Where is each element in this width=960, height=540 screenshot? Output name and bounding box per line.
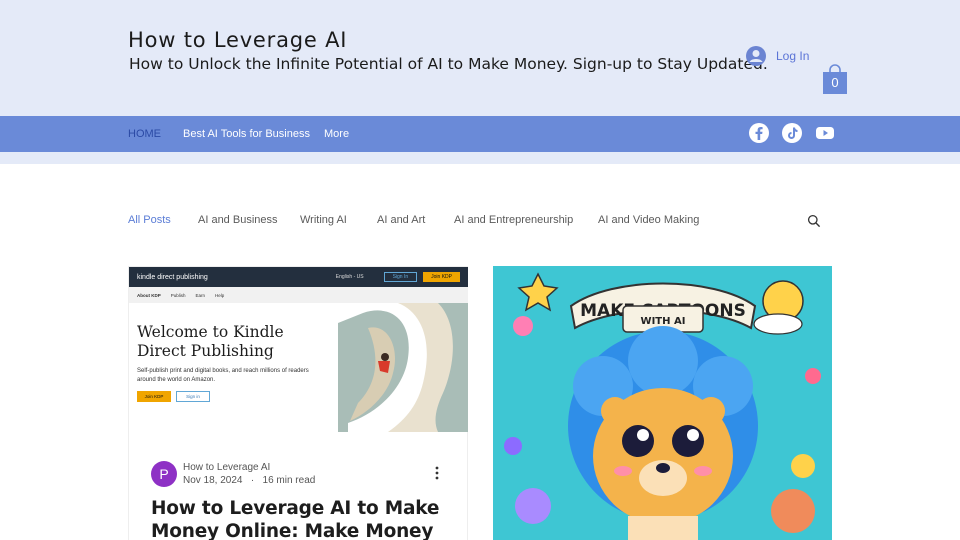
more-options-icon[interactable]: [431, 465, 443, 481]
facebook-icon[interactable]: [748, 122, 770, 144]
tab-ai-and-video-making[interactable]: AI and Video Making: [598, 214, 699, 226]
nav-item-home[interactable]: HOME: [128, 128, 161, 140]
site-subtitle: How to Unlock the Infinite Potential of …: [129, 55, 768, 73]
kdp-topbar: kindle direct publishing English - US Si…: [129, 267, 468, 287]
cart-count: 0: [831, 75, 839, 90]
meta-separator: ·: [245, 475, 260, 486]
header-divider: [0, 152, 960, 164]
search-icon[interactable]: [807, 214, 821, 228]
tab-ai-and-art[interactable]: AI and Art: [377, 214, 425, 226]
main-nav: HOME Best AI Tools for Business More: [0, 116, 960, 152]
post-title[interactable]: How to Leverage AI to Make Money Online:…: [151, 497, 461, 540]
kdp-logo: kindle direct publishing: [137, 273, 208, 281]
post-meta: Nov 18, 2024 · 16 min read: [183, 475, 315, 486]
read-time: 16 min read: [262, 475, 316, 486]
kdp-description: Self-publish print and digital books, an…: [137, 368, 309, 383]
post-cover-image[interactable]: kindle direct publishing English - US Si…: [129, 267, 468, 432]
author-name[interactable]: How to Leverage AI: [183, 462, 270, 473]
category-tabs: All Posts AI and Business Writing AI AI …: [128, 214, 832, 232]
tab-ai-and-business[interactable]: AI and Business: [198, 214, 278, 226]
login-button[interactable]: Log In: [746, 46, 809, 66]
tab-all-posts[interactable]: All Posts: [128, 214, 171, 226]
cart-button[interactable]: 0: [822, 63, 848, 95]
post-card[interactable]: kindle direct publishing English - US Si…: [128, 266, 468, 540]
nav-item-more[interactable]: More: [324, 128, 349, 140]
kdp-tab: Publish: [170, 292, 186, 298]
kdp-illustration: [338, 303, 468, 432]
kdp-tab: Help: [215, 292, 225, 298]
kdp-join-button: Join KDP: [137, 391, 171, 402]
youtube-icon[interactable]: [814, 122, 836, 144]
site-header: How to Leverage AI How to Unlock the Inf…: [0, 0, 960, 116]
banner-line-2: WITH AI: [641, 316, 686, 327]
kdp-tab: About KDP: [137, 292, 161, 298]
nav-item-best-ai-tools[interactable]: Best AI Tools for Business: [183, 128, 310, 140]
site-title[interactable]: How to Leverage AI: [128, 28, 347, 52]
kdp-sign-in: Sign In: [383, 272, 418, 282]
kdp-language: English - US: [335, 274, 364, 280]
post-date: Nov 18, 2024: [183, 475, 243, 486]
kdp-heading: Welcome to Kindle Direct Publishing: [137, 323, 284, 360]
cartoon-cover-image[interactable]: MAKE CARTOONS WITH AI: [493, 266, 832, 540]
kdp-tab: Earn: [195, 292, 206, 298]
tab-writing-ai[interactable]: Writing AI: [300, 214, 347, 226]
user-avatar-icon: [746, 46, 766, 66]
kdp-join: Join KDP: [423, 272, 460, 282]
kdp-subnav: About KDP Publish Earn Help: [129, 287, 468, 303]
tab-ai-and-entrepreneurship[interactable]: AI and Entrepreneurship: [454, 214, 573, 226]
login-label: Log In: [776, 49, 810, 63]
kdp-sign-in-button: Sign in: [176, 391, 210, 402]
post-card[interactable]: MAKE CARTOONS WITH AI: [493, 266, 832, 540]
author-avatar[interactable]: P: [151, 461, 177, 487]
tiktok-icon[interactable]: [781, 122, 803, 144]
